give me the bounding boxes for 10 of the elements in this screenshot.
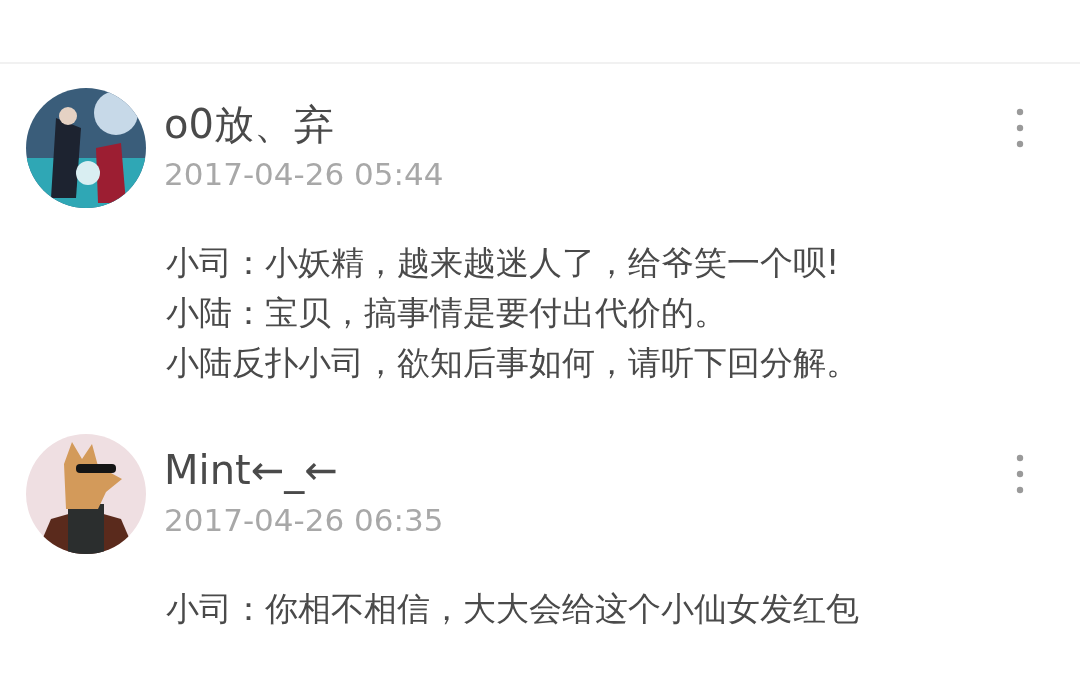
author-name[interactable]: o0放、弃 — [164, 98, 1016, 150]
comment-text: 小陆反扑小司，欲知后事如何，请听下回分解。 — [166, 342, 860, 384]
comment-text: 小司：你相不相信，大大会给这个小仙女发红包 — [166, 588, 860, 630]
comment-time: 2017-04-26 06:35 — [164, 501, 445, 540]
comment-text: 小司：小妖精，越来越迷人了，给爷笑一个呗! — [166, 242, 841, 284]
more-options-icon[interactable] — [1016, 108, 1024, 148]
comment-time: 2017-04-26 05:44 — [164, 155, 445, 194]
comment-text: 小陆：宝贝，搞事情是要付出代价的。 — [166, 292, 728, 334]
more-options-icon[interactable] — [1016, 454, 1024, 494]
author-name[interactable]: Mint←_← — [164, 444, 1016, 496]
